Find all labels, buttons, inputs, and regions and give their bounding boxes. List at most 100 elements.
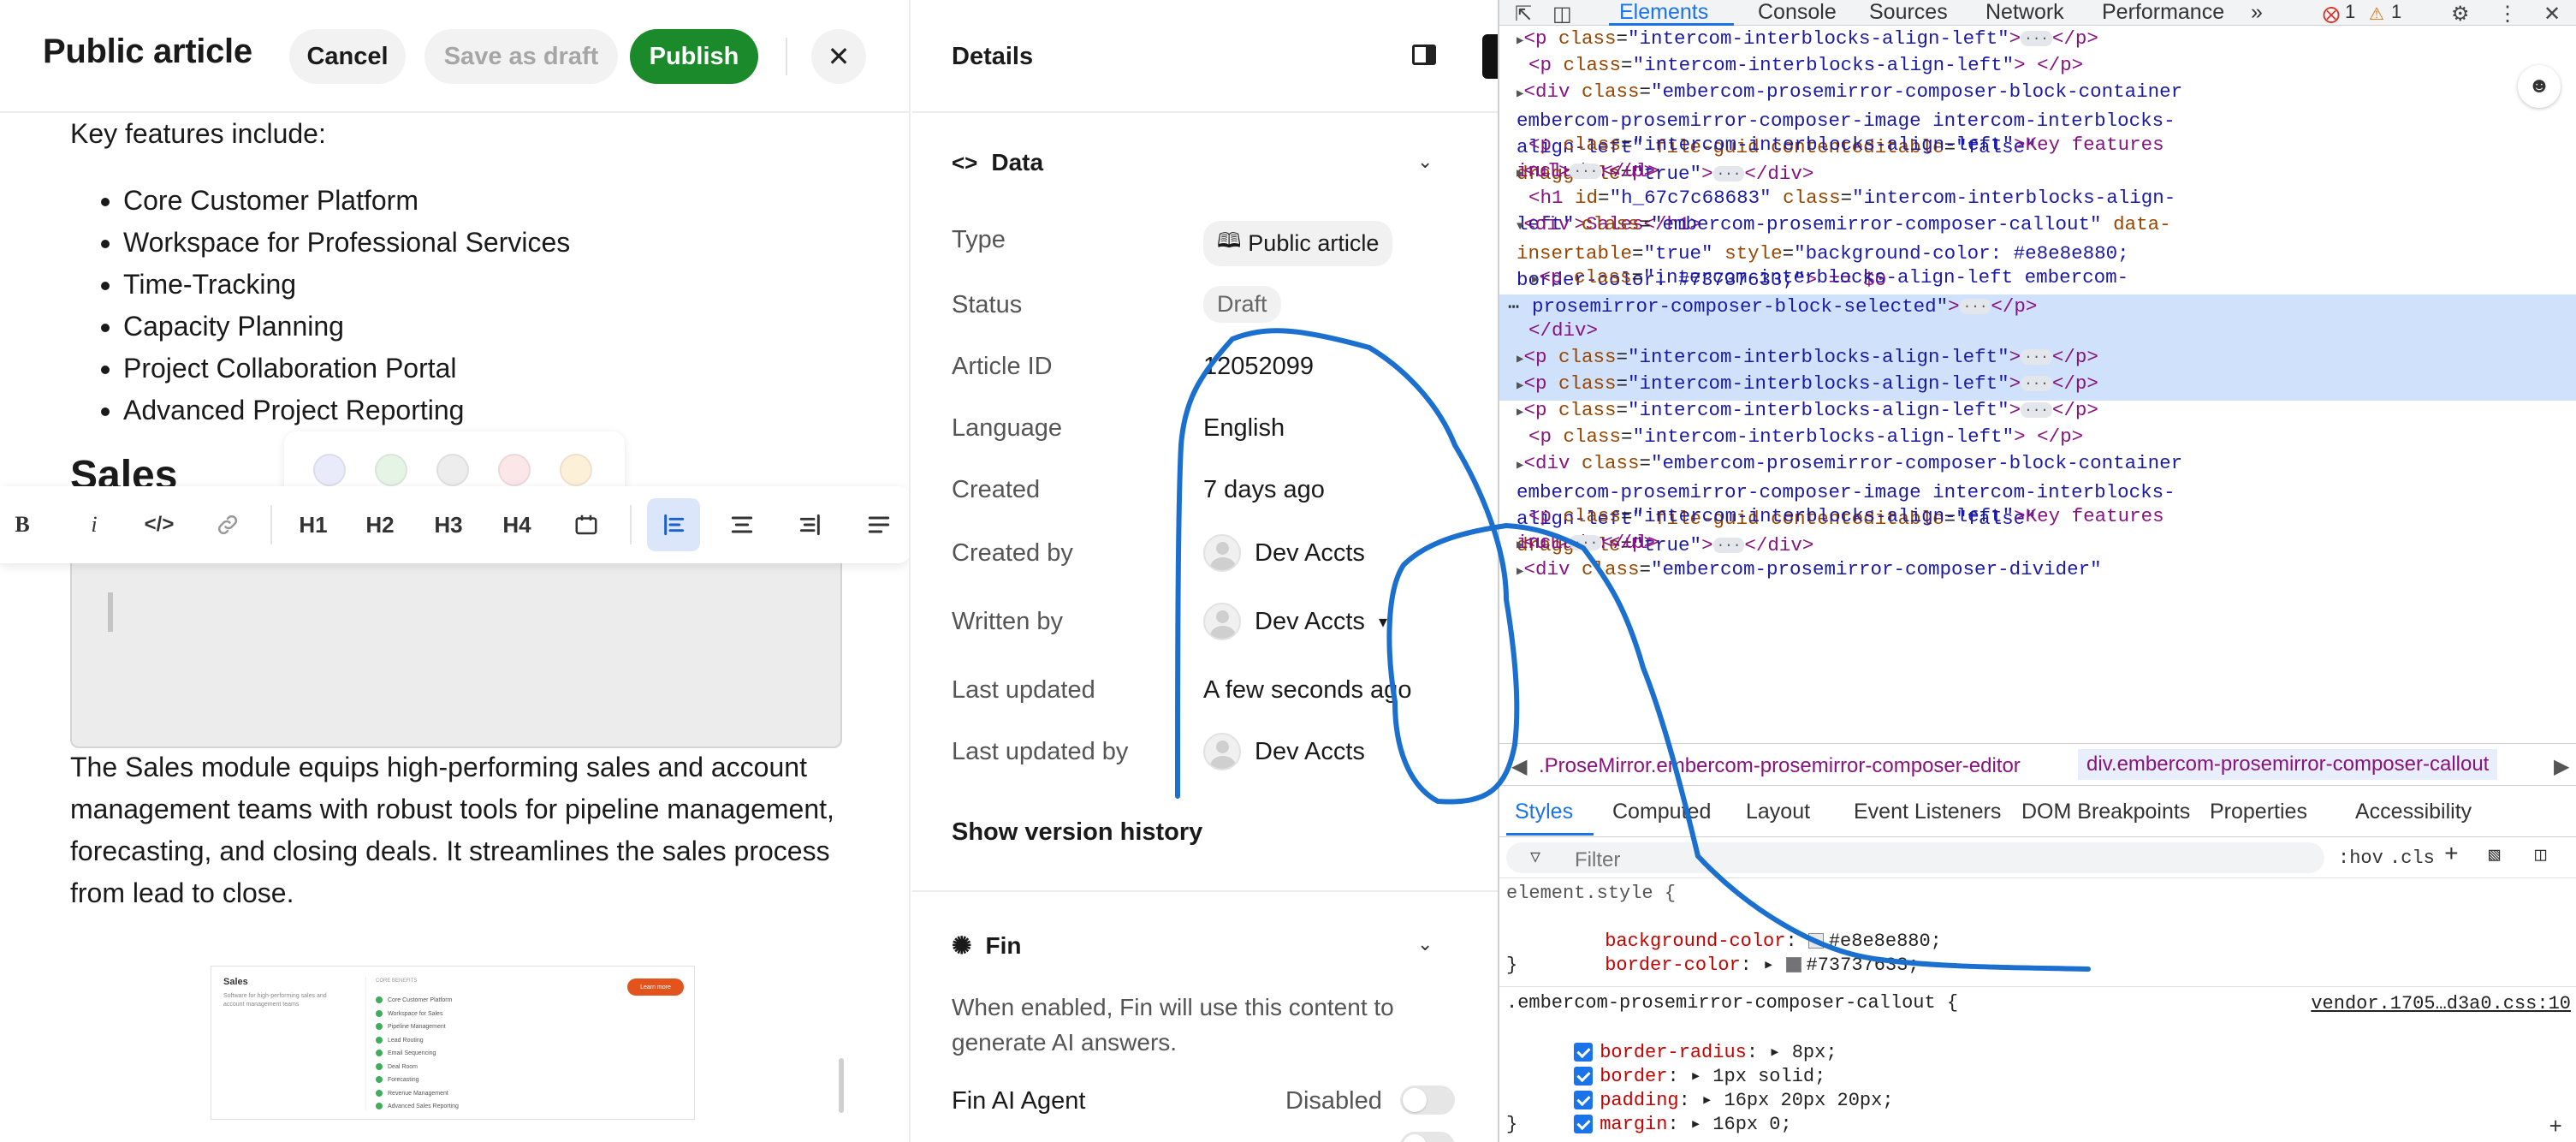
dom-node[interactable]: ▶<p class="intercom-interblocks-align-le…	[1517, 397, 2218, 426]
hover-state-toggle[interactable]: :hov	[2338, 848, 2383, 869]
dom-node[interactable]: <p class="intercom-interblocks-align-lef…	[1517, 52, 2218, 79]
add-rule-icon[interactable]: +	[2549, 1115, 2562, 1140]
more-tabs-button[interactable]: »	[2251, 0, 2263, 24]
property-checkbox[interactable]	[1574, 1115, 1594, 1134]
list-item[interactable]: Time-Tracking	[123, 264, 570, 306]
list-item[interactable]: Workspace for Professional Services	[123, 222, 570, 264]
dom-node[interactable]: ▶<p class="intercom-interblocks-align-le…	[1517, 371, 2218, 400]
tab-event-listeners[interactable]: Event Listeners	[1854, 800, 2001, 824]
chevron-down-icon[interactable]: ⌄	[1417, 151, 1433, 173]
dom-tree[interactable]: ⋯ ▶<p class="intercom-interblocks-align-…	[1499, 26, 2576, 743]
prop-value-language[interactable]: English	[1203, 414, 1285, 443]
breadcrumb-item[interactable]: .ProseMirror.embercom-prosemirror-compos…	[1539, 754, 2021, 778]
chevron-down-icon[interactable]: ⌄	[1417, 933, 1433, 955]
css-property[interactable]: margin: ▸ 16px 0;	[1506, 1089, 1792, 1142]
feature-list[interactable]: Core Customer Platform Workspace for Pro…	[123, 180, 570, 431]
styles-filter-input[interactable]	[1575, 848, 1917, 872]
sales-module-image[interactable]: Sales Software for high-performing sales…	[211, 966, 695, 1120]
link-button[interactable]	[205, 498, 250, 551]
code-button[interactable]: </>	[137, 498, 181, 551]
publish-button[interactable]: Publish	[630, 29, 758, 84]
fin-section-toggle[interactable]: ✺ Fin	[952, 931, 1021, 960]
article-body[interactable]: Key features include: Core Customer Plat…	[0, 113, 909, 1142]
panel-resize-handle[interactable]	[1482, 34, 1498, 79]
node-actions-icon[interactable]: ⋯	[1508, 296, 1519, 318]
add-rule-icon[interactable]: +	[2444, 842, 2459, 869]
cancel-button[interactable]: Cancel	[289, 29, 406, 84]
color-swatch-green[interactable]	[375, 454, 407, 486]
tab-elements[interactable]: Elements	[1619, 0, 1708, 24]
fin-copilot-toggle[interactable]	[1400, 1132, 1455, 1142]
dom-node[interactable]: ▶<p class="intercom-interblocks-align-le…	[1517, 344, 2218, 373]
tab-console[interactable]: Console	[1758, 0, 1837, 24]
dom-node[interactable]: ▶<p class="intercom-interblocks-align-le…	[1517, 26, 2218, 55]
align-left-button[interactable]	[647, 498, 700, 551]
dom-node[interactable]: ▶<ul> ··· </ul>	[1517, 158, 2218, 187]
color-swatch[interactable]	[1785, 957, 1801, 973]
css-selector[interactable]: .embercom-prosemirror-composer-callout {	[1506, 991, 1958, 1015]
editor-scrollbar[interactable]	[839, 1058, 844, 1113]
align-right-button[interactable]	[784, 498, 837, 551]
error-icon[interactable]: ⨂	[2323, 3, 2340, 25]
heading-1-button[interactable]: H1	[291, 498, 335, 551]
warning-icon[interactable]: ⚠	[2369, 3, 2384, 25]
tab-layout[interactable]: Layout	[1746, 800, 1810, 824]
tab-dom-breakpoints[interactable]: DOM Breakpoints	[2021, 800, 2190, 824]
list-item[interactable]: Core Customer Platform	[123, 180, 570, 222]
tab-performance[interactable]: Performance	[2102, 0, 2224, 24]
accessibility-icon[interactable]: ☻	[2518, 65, 2561, 108]
fin-ai-agent-toggle[interactable]	[1400, 1085, 1455, 1115]
breadcrumb-back-icon[interactable]: ◀	[1511, 754, 1527, 779]
device-toolbar-icon[interactable]: ◫	[1552, 2, 1572, 27]
tab-accessibility[interactable]: Accessibility	[2355, 800, 2472, 824]
breadcrumb-item-active[interactable]: div.embercom-prosemirror-composer-callou…	[2078, 749, 2498, 780]
key-features-paragraph[interactable]: Key features include:	[70, 113, 326, 155]
list-item[interactable]: Advanced Project Reporting	[123, 390, 570, 431]
gear-icon[interactable]: ⚙	[2451, 2, 2470, 27]
sales-paragraph[interactable]: The Sales module equips high-performing …	[70, 746, 858, 914]
filter-box[interactable]: ▿	[1506, 842, 2324, 873]
heading-3-button[interactable]: H3	[426, 498, 471, 551]
save-as-draft-button[interactable]: Save as draft	[424, 29, 618, 84]
close-button[interactable]: ✕	[811, 29, 866, 84]
bold-button[interactable]: B	[0, 498, 45, 551]
insert-block-button[interactable]	[563, 498, 609, 551]
heading-4-button[interactable]: H4	[495, 498, 539, 551]
tab-network[interactable]: Network	[1985, 0, 2064, 24]
align-center-button[interactable]	[715, 498, 769, 551]
callout-block[interactable]	[70, 550, 842, 748]
css-selector[interactable]: element.style {	[1506, 882, 1676, 906]
close-icon[interactable]: ✕	[2543, 2, 2561, 27]
data-section-toggle[interactable]: <> Data	[952, 149, 1043, 176]
color-swatch-gray[interactable]	[436, 454, 469, 486]
sidebar-toggle-icon[interactable]: ◫	[2535, 844, 2546, 866]
list-item[interactable]: Project Collaboration Portal	[123, 348, 570, 390]
tab-computed[interactable]: Computed	[1612, 800, 1711, 824]
styles-filter-row: ▿ :hov .cls + ▧ ◫	[1499, 837, 2576, 878]
breadcrumb-forward-icon[interactable]: ▶	[2554, 754, 2569, 779]
dom-node[interactable]: ▶<p class="intercom-interblocks-align-le…	[1532, 265, 2218, 320]
prop-value-written-by[interactable]: Dev Accts ▾	[1203, 603, 1387, 640]
color-format-icon[interactable]: ▧	[2489, 844, 2500, 866]
heading-2-button[interactable]: H2	[358, 498, 402, 551]
dom-node[interactable]: <p class="intercom-interblocks-align-lef…	[1517, 424, 2218, 450]
color-swatch-red[interactable]	[498, 454, 531, 486]
tab-properties[interactable]: Properties	[2210, 800, 2307, 824]
close-icon: ✕	[827, 41, 851, 72]
show-version-history-link[interactable]: Show version history	[952, 818, 1202, 847]
color-swatch-blue[interactable]	[313, 454, 346, 486]
more-options-icon[interactable]: ⋮	[2497, 2, 2518, 27]
justify-button[interactable]	[852, 498, 905, 551]
class-toggle[interactable]: .cls	[2389, 848, 2435, 869]
inspect-element-icon[interactable]: ⇱	[1515, 2, 1532, 27]
toggle-panel-icon[interactable]	[1412, 45, 1436, 65]
tab-styles[interactable]: Styles	[1515, 800, 1573, 824]
stylesheet-source-link[interactable]: vendor.1705…d3a0.css:10	[2311, 993, 2571, 1014]
tab-sources[interactable]: Sources	[1869, 0, 1948, 24]
color-swatch-yellow[interactable]	[560, 454, 592, 486]
dom-node[interactable]: ▶<div class="embercom-prosemirror-compos…	[1517, 556, 2218, 586]
dom-node[interactable]: </div>	[1517, 318, 2218, 344]
list-item[interactable]: Capacity Planning	[123, 306, 570, 348]
dom-node[interactable]: ▶<ul> ··· </ul>	[1517, 530, 2218, 559]
italic-button[interactable]: i	[72, 498, 116, 551]
